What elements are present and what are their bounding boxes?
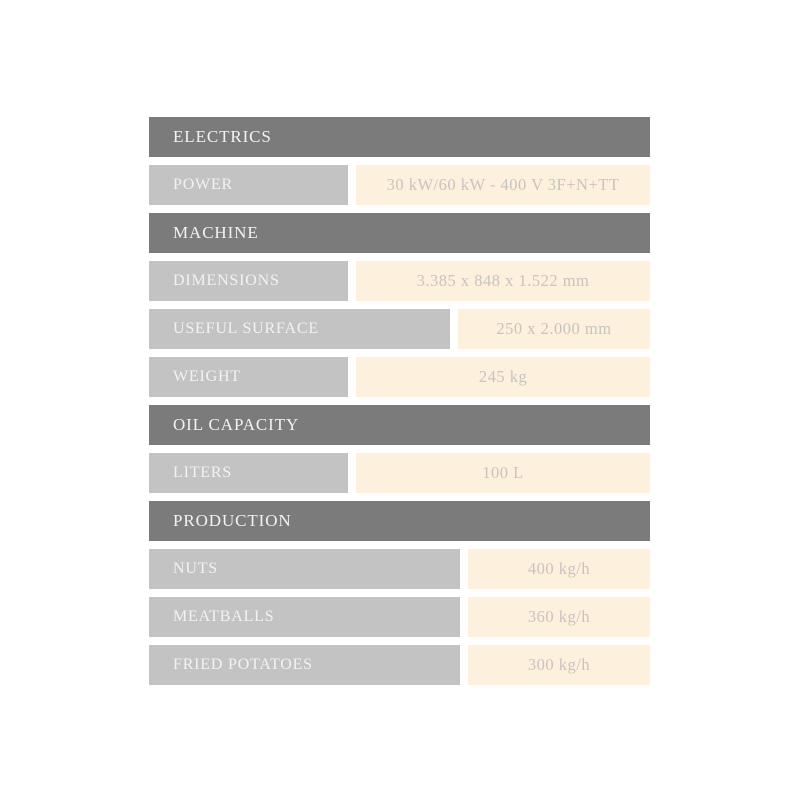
spec-label-text: MEATBALLS [173,608,275,625]
spec-row: WEIGHT 245 kg [149,357,650,397]
spec-label-cell: LITERS [149,453,348,493]
spec-value-text: 250 x 2.000 mm [496,319,612,338]
section-title: MACHINE [173,223,259,242]
spec-row: FRIED POTATOES 300 kg/h [149,645,650,685]
spec-value-cell: 250 x 2.000 mm [458,309,650,349]
spec-label-text: LITERS [173,464,233,481]
spec-label-cell: POWER [149,165,348,205]
spec-value-text: 3.385 x 848 x 1.522 mm [416,271,590,290]
spec-row: LITERS 100 L [149,453,650,493]
spec-row: MEATBALLS 360 kg/h [149,597,650,637]
spec-value-text: 100 L [482,463,524,482]
section-header-electrics: ELECTRICS [149,117,650,157]
spec-value-cell: 360 kg/h [468,597,650,637]
spec-value-cell: 30 kW/60 kW - 400 V 3F+N+TT [356,165,650,205]
spec-value-text: 360 kg/h [527,607,591,626]
section-header-machine: MACHINE [149,213,650,253]
section-title: ELECTRICS [173,127,272,146]
spec-row: POWER 30 kW/60 kW - 400 V 3F+N+TT [149,165,650,205]
spec-label-cell: WEIGHT [149,357,348,397]
spec-label-text: WEIGHT [173,368,241,385]
spec-value-cell: 400 kg/h [468,549,650,589]
spec-row: USEFUL SURFACE 250 x 2.000 mm [149,309,650,349]
section-title: OIL CAPACITY [173,415,300,434]
spec-label-text: FRIED POTATOES [173,656,313,673]
spec-label-text: USEFUL SURFACE [173,320,319,337]
spec-value-cell: 100 L [356,453,650,493]
spec-label-cell: MEATBALLS [149,597,460,637]
spec-value-text: 400 kg/h [527,559,591,578]
spec-value-text: 300 kg/h [527,655,591,674]
spec-label-cell: NUTS [149,549,460,589]
spec-value-cell: 300 kg/h [468,645,650,685]
spec-label-text: POWER [173,176,233,193]
spec-value-cell: 3.385 x 848 x 1.522 mm [356,261,650,301]
spec-label-cell: FRIED POTATOES [149,645,460,685]
spec-row: DIMENSIONS 3.385 x 848 x 1.522 mm [149,261,650,301]
spec-value-cell: 245 kg [356,357,650,397]
section-header-oil-capacity: OIL CAPACITY [149,405,650,445]
spec-value-text: 245 kg [478,367,528,386]
spec-label-text: DIMENSIONS [173,272,280,289]
spec-value-text: 30 kW/60 kW - 400 V 3F+N+TT [386,175,620,194]
section-header-production: PRODUCTION [149,501,650,541]
spec-label-cell: DIMENSIONS [149,261,348,301]
section-title: PRODUCTION [173,511,292,530]
spec-row: NUTS 400 kg/h [149,549,650,589]
spec-label-cell: USEFUL SURFACE [149,309,450,349]
specifications-table: ELECTRICS POWER 30 kW/60 kW - 400 V 3F+N+T… [149,117,650,685]
spec-label-text: NUTS [173,560,218,577]
